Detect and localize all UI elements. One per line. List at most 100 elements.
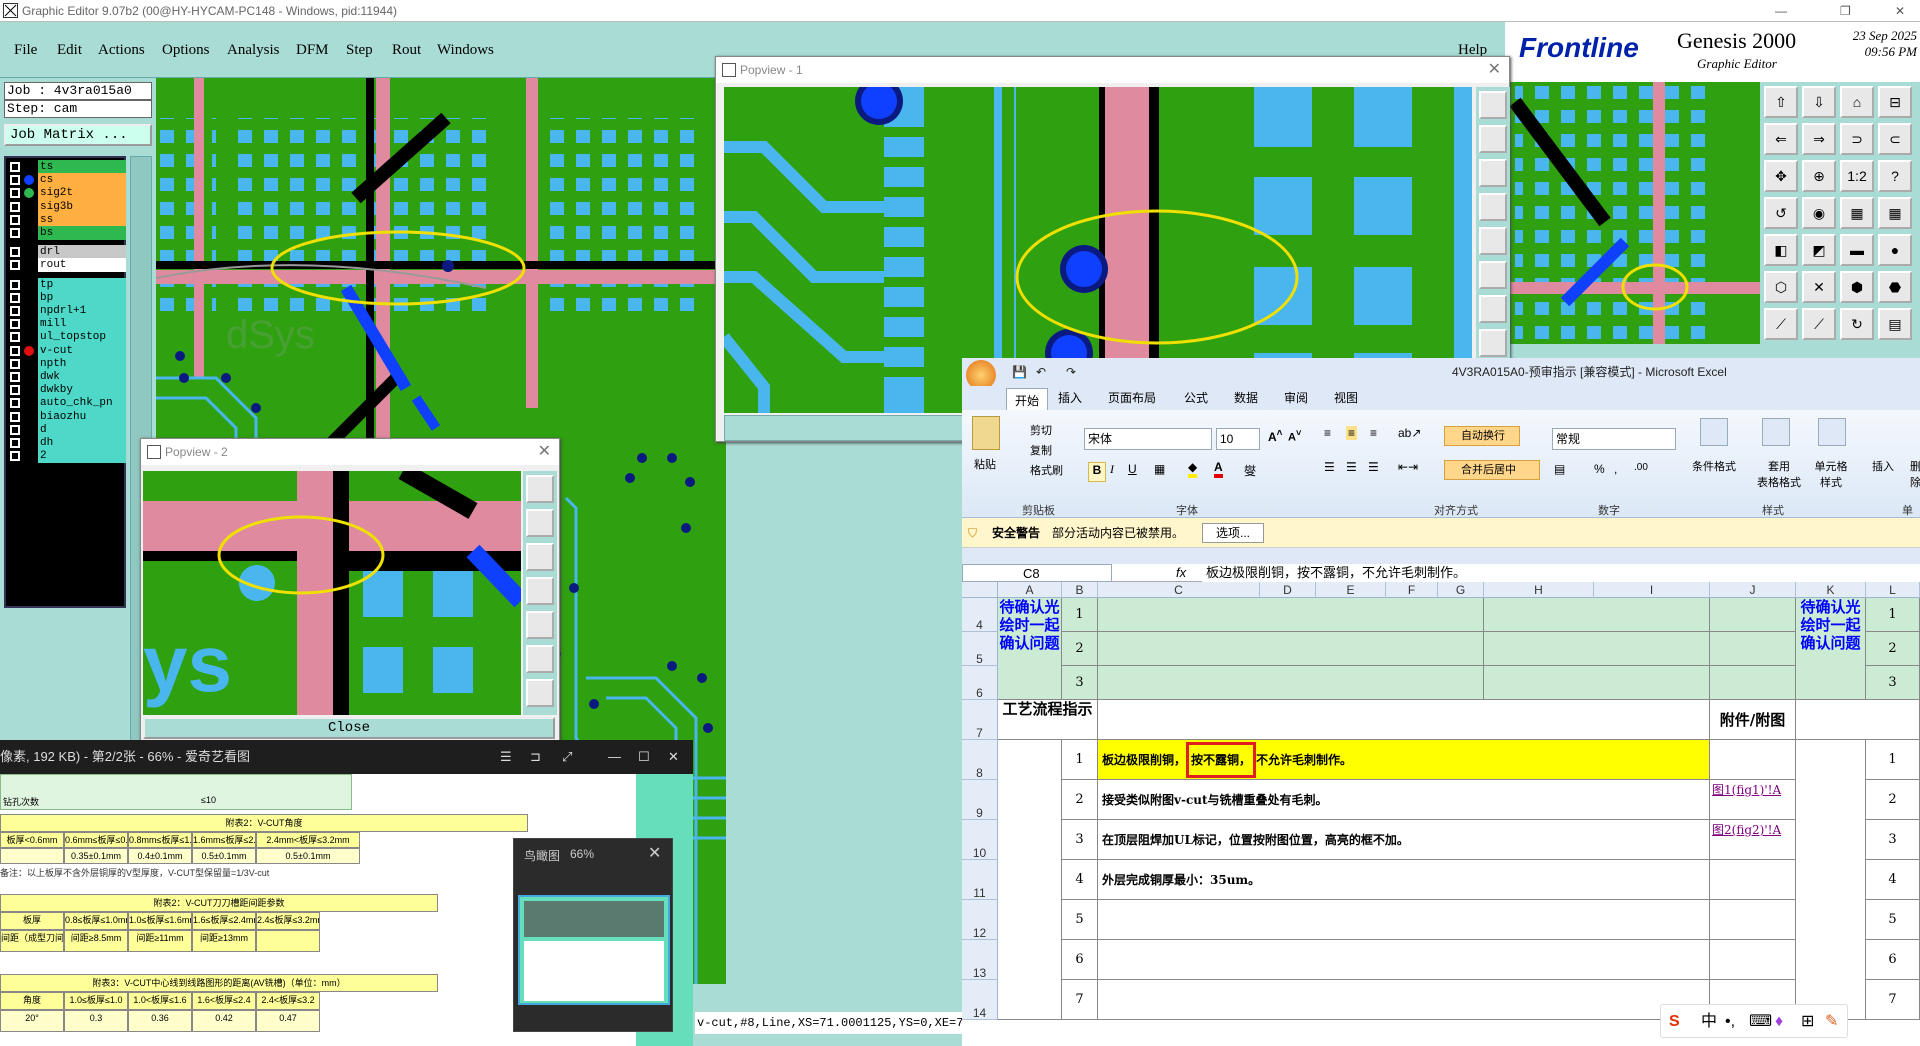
zoom-home-icon[interactable] — [1479, 91, 1507, 119]
menu-icon[interactable]: ☰ — [500, 740, 512, 774]
conditional-format-icon[interactable] — [1700, 418, 1728, 446]
row-header[interactable]: 7 — [962, 700, 998, 740]
pan-left-icon[interactable]: ⇐ — [1764, 123, 1798, 155]
attachment-cell[interactable] — [1710, 740, 1796, 780]
number-format-select[interactable]: 常规 — [1552, 428, 1676, 450]
column-header[interactable]: F — [1386, 582, 1438, 598]
layer-checkbox[interactable] — [10, 438, 20, 448]
process-header-cell[interactable]: 工艺流程指示 — [998, 700, 1098, 740]
layer-row[interactable]: sig2t — [8, 186, 126, 201]
delete-icon[interactable]: ✕ — [1802, 271, 1836, 303]
toolbox-icon[interactable]: ⊞ — [1801, 1005, 1814, 1039]
attachment-cell[interactable] — [1710, 940, 1796, 980]
ime-punct-icon[interactable]: •, — [1725, 1005, 1735, 1039]
content-cell[interactable] — [1098, 666, 1484, 700]
cell-style-button[interactable]: 单元格 样式 — [1808, 458, 1854, 490]
zoom-icon[interactable]: ⊕ — [1802, 160, 1836, 192]
grid-icon[interactable]: ▦ — [1840, 197, 1874, 229]
layer-checkbox[interactable] — [10, 201, 20, 212]
row-header[interactable]: 12 — [962, 900, 998, 940]
layer-checkbox[interactable] — [10, 372, 20, 382]
attachment-cell[interactable]: 图1(fig1)'!A — [1710, 780, 1796, 820]
menu-file[interactable]: File — [14, 42, 37, 59]
item-number-cell[interactable]: 2 — [1062, 632, 1098, 666]
paste-button[interactable]: 粘贴 — [974, 456, 996, 472]
layer-row[interactable]: biaozhu — [8, 409, 126, 424]
row-header[interactable]: 4 — [962, 598, 998, 632]
fit-icon[interactable] — [526, 611, 554, 639]
sheet-grid[interactable]: A B C D E F G H I J K L 4 5 6 7 8 9 10 11 12 13 14 待确认光绘时一起确认问题… — [962, 582, 1920, 1046]
tab-2[interactable]: 页面布局 — [1100, 386, 1164, 408]
paste-icon[interactable] — [972, 416, 1000, 450]
layer-row[interactable]: ul_topstop — [8, 330, 126, 345]
save-icon[interactable]: 💾 — [1012, 358, 1027, 386]
item-number-cell[interactable]: 3 — [1062, 820, 1098, 860]
pan-right-icon[interactable]: ⇒ — [1802, 123, 1836, 155]
layer-checkbox[interactable] — [10, 279, 20, 290]
column-header[interactable]: E — [1316, 582, 1386, 598]
menu-edit[interactable]: Edit — [57, 42, 82, 59]
menu-dfm[interactable]: DFM — [296, 42, 329, 59]
popview-1-close-icon[interactable]: ✕ — [1488, 57, 1501, 83]
formula-input[interactable]: 板边极限削铜，按不露铜，不允许毛刺制作。 — [1202, 564, 1920, 582]
layer-checkbox[interactable] — [10, 424, 20, 435]
content-cell[interactable] — [1710, 598, 1796, 632]
fit-icon[interactable] — [1479, 227, 1507, 255]
align-right-icon[interactable]: ☰ — [1368, 460, 1379, 474]
layer-checkbox[interactable] — [10, 188, 20, 199]
align-top-icon[interactable]: ≡ — [1324, 426, 1331, 440]
layer-row[interactable]: rout — [8, 258, 126, 273]
tab-3[interactable]: 公式 — [1176, 386, 1216, 408]
column-header[interactable]: J — [1710, 582, 1796, 598]
cut-button[interactable]: 剪切 — [1030, 422, 1052, 438]
row-header[interactable]: 8 — [962, 740, 998, 780]
move-icon[interactable] — [526, 645, 554, 673]
wrap-text-button[interactable]: 自动换行 — [1444, 426, 1520, 446]
zoom-back-icon[interactable]: ⇩ — [1802, 86, 1836, 118]
select-icon[interactable]: ◧ — [1764, 234, 1798, 266]
item-number-cell[interactable]: 1 — [1062, 740, 1098, 780]
tab-1[interactable]: 插入 — [1050, 386, 1090, 408]
layer-checkbox[interactable] — [10, 228, 20, 238]
grid-red-icon[interactable]: ▦ — [1878, 197, 1912, 229]
minimize-icon[interactable]: — — [608, 740, 621, 774]
select-all-corner[interactable] — [962, 582, 998, 598]
attachment-cell[interactable] — [1710, 900, 1796, 940]
figure-link[interactable]: 图1(fig1)'!A — [1712, 783, 1781, 797]
item-number-cell[interactable]: 2 — [1866, 632, 1920, 666]
font-size-select[interactable]: 10 — [1216, 428, 1260, 450]
menu-windows[interactable]: Windows — [437, 42, 494, 59]
feature-icon[interactable]: ◩ — [1802, 234, 1836, 266]
layer-row[interactable]: d — [8, 422, 126, 437]
refresh-icon[interactable] — [1479, 329, 1507, 357]
attachment-cell[interactable]: 图2(fig2)'!A — [1710, 820, 1796, 860]
layer-row[interactable]: ts — [8, 160, 126, 174]
attachment-cell[interactable] — [1710, 860, 1796, 900]
function-icon[interactable]: fx — [1176, 564, 1186, 582]
orientation-icon[interactable]: ab↗ — [1398, 426, 1421, 440]
table-icon[interactable]: ▤ — [1878, 308, 1912, 340]
cell-style-icon[interactable] — [1818, 418, 1846, 446]
undo-icon[interactable]: ↶ — [1036, 358, 1046, 386]
minimize-icon[interactable]: — — [1775, 0, 1787, 22]
row-header[interactable]: 6 — [962, 666, 998, 700]
help-icon[interactable]: ? — [1878, 160, 1912, 192]
tab-5[interactable]: 审阅 — [1276, 386, 1316, 408]
pan-icon[interactable] — [1479, 193, 1507, 221]
redo-icon[interactable]: ↷ — [1066, 358, 1076, 386]
column-header[interactable]: D — [1260, 582, 1316, 598]
layer-row[interactable]: dwk — [8, 370, 126, 384]
pin-icon[interactable]: ⊐ — [530, 740, 541, 774]
move-icon[interactable]: ✥ — [1764, 160, 1798, 192]
keyboard-icon[interactable]: ⌨ — [1749, 1005, 1772, 1039]
column-header[interactable]: L — [1866, 582, 1920, 598]
layer-checkbox[interactable] — [10, 358, 20, 369]
column-header[interactable]: C — [1098, 582, 1260, 598]
conditional-format-button[interactable]: 条件格式 — [1692, 458, 1736, 474]
layer-row[interactable]: bs — [8, 226, 126, 240]
content-cell[interactable] — [1484, 666, 1710, 700]
align-bottom-icon[interactable]: ≡ — [1370, 426, 1377, 440]
birdseye-thumbnail[interactable] — [518, 895, 670, 1005]
ime-language[interactable]: 中 — [1701, 1005, 1717, 1039]
bold-button[interactable]: B — [1088, 462, 1106, 482]
